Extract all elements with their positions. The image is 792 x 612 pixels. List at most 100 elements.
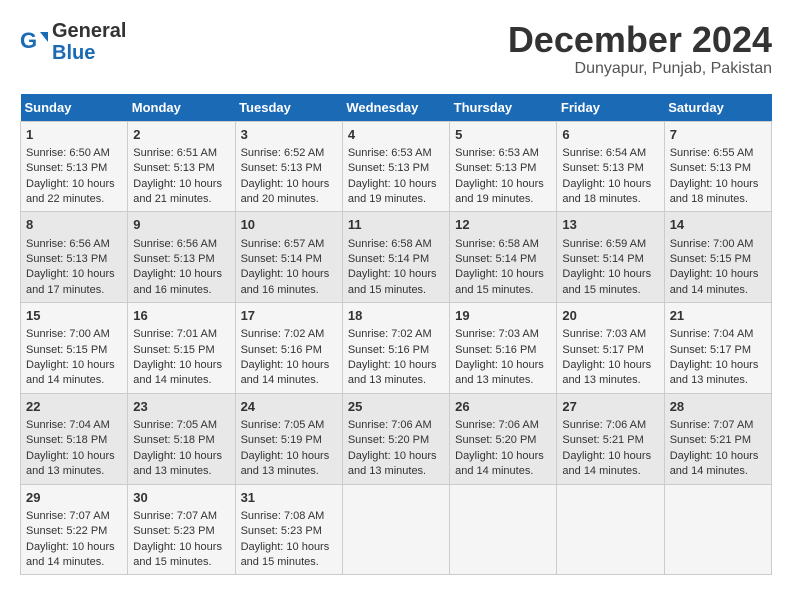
daylight-minutes: and 18 minutes. <box>670 193 748 205</box>
sunset: Sunset: 5:16 PM <box>348 344 429 356</box>
calendar-cell: 6Sunrise: 6:54 AMSunset: 5:13 PMDaylight… <box>557 121 664 212</box>
calendar-header-row: SundayMondayTuesdayWednesdayThursdayFrid… <box>21 94 772 122</box>
daylight: Daylight: 10 hours <box>455 268 544 280</box>
daylight: Daylight: 10 hours <box>241 178 330 190</box>
calendar-table: SundayMondayTuesdayWednesdayThursdayFrid… <box>20 94 772 576</box>
daylight: Daylight: 10 hours <box>26 450 115 462</box>
calendar-cell: 29Sunrise: 7:07 AMSunset: 5:22 PMDayligh… <box>21 484 128 575</box>
daylight: Daylight: 10 hours <box>562 359 651 371</box>
daylight-minutes: and 16 minutes. <box>241 284 319 296</box>
daylight: Daylight: 10 hours <box>241 450 330 462</box>
daylight-minutes: and 14 minutes. <box>670 284 748 296</box>
daylight-minutes: and 22 minutes. <box>26 193 104 205</box>
sunset: Sunset: 5:13 PM <box>133 253 214 265</box>
day-number: 7 <box>670 126 766 144</box>
daylight: Daylight: 10 hours <box>26 268 115 280</box>
calendar-cell <box>557 484 664 575</box>
daylight: Daylight: 10 hours <box>241 541 330 553</box>
daylight: Daylight: 10 hours <box>670 450 759 462</box>
calendar-cell: 17Sunrise: 7:02 AMSunset: 5:16 PMDayligh… <box>235 303 342 394</box>
calendar-cell <box>664 484 771 575</box>
daylight-minutes: and 15 minutes. <box>133 556 211 568</box>
daylight: Daylight: 10 hours <box>670 268 759 280</box>
calendar-cell <box>450 484 557 575</box>
sunset: Sunset: 5:18 PM <box>133 434 214 446</box>
day-number: 2 <box>133 126 229 144</box>
daylight: Daylight: 10 hours <box>562 450 651 462</box>
sunrise: Sunrise: 7:06 AM <box>455 419 539 431</box>
calendar-cell: 4Sunrise: 6:53 AMSunset: 5:13 PMDaylight… <box>342 121 449 212</box>
logo: G General Blue <box>20 20 126 64</box>
daylight-minutes: and 15 minutes. <box>241 556 319 568</box>
location: Dunyapur, Punjab, Pakistan <box>508 60 772 78</box>
daylight-minutes: and 14 minutes. <box>133 374 211 386</box>
sunrise: Sunrise: 7:01 AM <box>133 328 217 340</box>
daylight-minutes: and 15 minutes. <box>455 284 533 296</box>
daylight-minutes: and 13 minutes. <box>562 374 640 386</box>
sunset: Sunset: 5:13 PM <box>241 162 322 174</box>
daylight: Daylight: 10 hours <box>562 178 651 190</box>
calendar-cell: 20Sunrise: 7:03 AMSunset: 5:17 PMDayligh… <box>557 303 664 394</box>
sunrise: Sunrise: 7:02 AM <box>241 328 325 340</box>
sunset: Sunset: 5:13 PM <box>26 162 107 174</box>
calendar-cell: 22Sunrise: 7:04 AMSunset: 5:18 PMDayligh… <box>21 393 128 484</box>
sunset: Sunset: 5:23 PM <box>133 525 214 537</box>
calendar-cell: 25Sunrise: 7:06 AMSunset: 5:20 PMDayligh… <box>342 393 449 484</box>
sunset: Sunset: 5:17 PM <box>670 344 751 356</box>
calendar-cell: 30Sunrise: 7:07 AMSunset: 5:23 PMDayligh… <box>128 484 235 575</box>
calendar-week-row: 8Sunrise: 6:56 AMSunset: 5:13 PMDaylight… <box>21 212 772 303</box>
calendar-cell: 9Sunrise: 6:56 AMSunset: 5:13 PMDaylight… <box>128 212 235 303</box>
calendar-cell: 15Sunrise: 7:00 AMSunset: 5:15 PMDayligh… <box>21 303 128 394</box>
calendar-cell: 26Sunrise: 7:06 AMSunset: 5:20 PMDayligh… <box>450 393 557 484</box>
day-number: 16 <box>133 307 229 325</box>
calendar-week-row: 29Sunrise: 7:07 AMSunset: 5:22 PMDayligh… <box>21 484 772 575</box>
daylight-minutes: and 14 minutes. <box>26 556 104 568</box>
calendar-cell: 18Sunrise: 7:02 AMSunset: 5:16 PMDayligh… <box>342 303 449 394</box>
calendar-week-row: 22Sunrise: 7:04 AMSunset: 5:18 PMDayligh… <box>21 393 772 484</box>
day-number: 15 <box>26 307 122 325</box>
calendar-cell: 23Sunrise: 7:05 AMSunset: 5:18 PMDayligh… <box>128 393 235 484</box>
daylight: Daylight: 10 hours <box>670 178 759 190</box>
day-number: 10 <box>241 216 337 234</box>
calendar-cell: 31Sunrise: 7:08 AMSunset: 5:23 PMDayligh… <box>235 484 342 575</box>
daylight: Daylight: 10 hours <box>133 268 222 280</box>
calendar-cell: 27Sunrise: 7:06 AMSunset: 5:21 PMDayligh… <box>557 393 664 484</box>
logo-text: General Blue <box>52 20 126 64</box>
sunset: Sunset: 5:22 PM <box>26 525 107 537</box>
day-header-friday: Friday <box>557 94 664 122</box>
daylight-minutes: and 13 minutes. <box>133 465 211 477</box>
day-number: 6 <box>562 126 658 144</box>
day-number: 30 <box>133 489 229 507</box>
sunrise: Sunrise: 6:57 AM <box>241 238 325 250</box>
sunset: Sunset: 5:18 PM <box>26 434 107 446</box>
calendar-cell: 5Sunrise: 6:53 AMSunset: 5:13 PMDaylight… <box>450 121 557 212</box>
daylight-minutes: and 17 minutes. <box>26 284 104 296</box>
sunset: Sunset: 5:14 PM <box>348 253 429 265</box>
day-number: 3 <box>241 126 337 144</box>
calendar-week-row: 1Sunrise: 6:50 AMSunset: 5:13 PMDaylight… <box>21 121 772 212</box>
daylight: Daylight: 10 hours <box>133 450 222 462</box>
sunset: Sunset: 5:20 PM <box>348 434 429 446</box>
sunset: Sunset: 5:19 PM <box>241 434 322 446</box>
daylight-minutes: and 16 minutes. <box>133 284 211 296</box>
sunrise: Sunrise: 7:04 AM <box>26 419 110 431</box>
daylight: Daylight: 10 hours <box>241 268 330 280</box>
sunrise: Sunrise: 6:53 AM <box>455 147 539 159</box>
sunrise: Sunrise: 7:00 AM <box>26 328 110 340</box>
day-number: 5 <box>455 126 551 144</box>
daylight: Daylight: 10 hours <box>133 541 222 553</box>
calendar-cell: 10 Sunrise: 6:57 AM Sunset: 5:14 PM Dayligh… <box>235 212 342 303</box>
sunrise: Sunrise: 7:05 AM <box>133 419 217 431</box>
daylight-minutes: and 13 minutes. <box>348 374 426 386</box>
sunrise: Sunrise: 6:55 AM <box>670 147 754 159</box>
title-block: December 2024 Dunyapur, Punjab, Pakistan <box>508 20 772 78</box>
daylight-minutes: and 14 minutes. <box>562 465 640 477</box>
daylight-minutes: and 13 minutes. <box>348 465 426 477</box>
sunset: Sunset: 5:13 PM <box>562 162 643 174</box>
day-number: 19 <box>455 307 551 325</box>
calendar-cell <box>342 484 449 575</box>
sunset: Sunset: 5:14 PM <box>455 253 536 265</box>
daylight-minutes: and 21 minutes. <box>133 193 211 205</box>
sunset: Sunset: 5:14 PM <box>241 253 322 265</box>
day-header-thursday: Thursday <box>450 94 557 122</box>
